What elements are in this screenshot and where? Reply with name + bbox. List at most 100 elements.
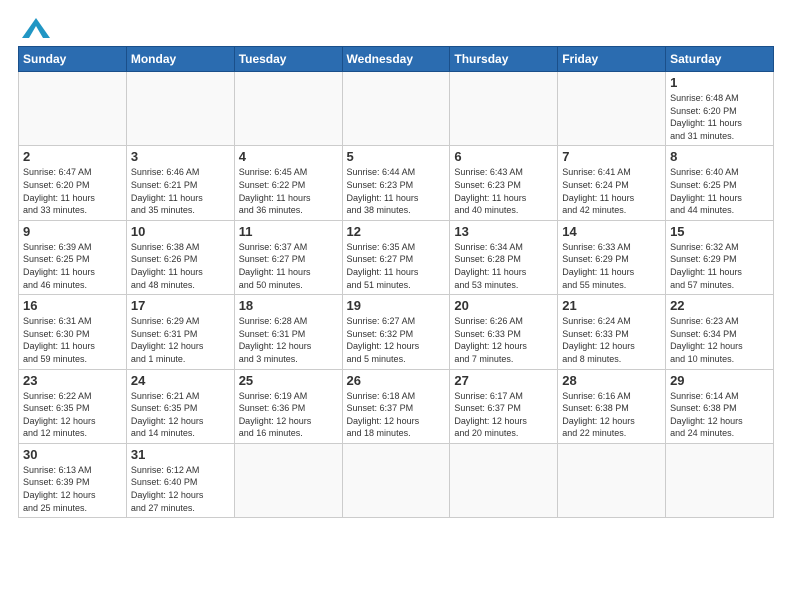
day-number: 24 bbox=[131, 373, 230, 388]
week-row-3: 9 Sunrise: 6:39 AM Sunset: 6:25 PM Daylig… bbox=[19, 220, 774, 294]
day-info: Sunrise: 6:23 AM Sunset: 6:34 PM Dayligh… bbox=[670, 315, 769, 365]
day-number: 6 bbox=[454, 149, 553, 164]
day-info: Sunrise: 6:14 AM Sunset: 6:38 PM Dayligh… bbox=[670, 390, 769, 440]
calendar-cell: 8Sunrise: 6:40 AM Sunset: 6:25 PM Daylig… bbox=[666, 146, 774, 220]
weekday-header-saturday: Saturday bbox=[666, 47, 774, 72]
day-info: Sunrise: 6:48 AM Sunset: 6:20 PM Dayligh… bbox=[670, 92, 769, 142]
calendar-cell: 18 Sunrise: 6:28 AM Sunset: 6:31 PM Dayli… bbox=[234, 295, 342, 369]
calendar-cell: 4 Sunrise: 6:45 AM Sunset: 6:22 PM Daylig… bbox=[234, 146, 342, 220]
day-number: 29 bbox=[670, 373, 769, 388]
day-info: Sunrise: 6:17 AM Sunset: 6:37 PM Dayligh… bbox=[454, 390, 553, 440]
day-number: 21 bbox=[562, 298, 661, 313]
day-info: Sunrise: 6:47 AM Sunset: 6:20 PM Dayligh… bbox=[23, 166, 122, 216]
day-number: 23 bbox=[23, 373, 122, 388]
day-info: Sunrise: 6:26 AM Sunset: 6:33 PM Dayligh… bbox=[454, 315, 553, 365]
day-number: 14 bbox=[562, 224, 661, 239]
calendar-cell bbox=[234, 443, 342, 517]
calendar-cell: 5 Sunrise: 6:44 AM Sunset: 6:23 PM Daylig… bbox=[342, 146, 450, 220]
calendar-cell: 19Sunrise: 6:27 AM Sunset: 6:32 PM Dayli… bbox=[342, 295, 450, 369]
day-number: 17 bbox=[131, 298, 230, 313]
calendar-cell bbox=[342, 443, 450, 517]
calendar-cell bbox=[558, 443, 666, 517]
calendar-cell: 6 Sunrise: 6:43 AM Sunset: 6:23 PM Daylig… bbox=[450, 146, 558, 220]
weekday-header-wednesday: Wednesday bbox=[342, 47, 450, 72]
day-number: 10 bbox=[131, 224, 230, 239]
day-number: 27 bbox=[454, 373, 553, 388]
logo-icon bbox=[22, 18, 50, 38]
day-info: Sunrise: 6:34 AM Sunset: 6:28 PM Dayligh… bbox=[454, 241, 553, 291]
weekday-header-tuesday: Tuesday bbox=[234, 47, 342, 72]
day-info: Sunrise: 6:35 AM Sunset: 6:27 PM Dayligh… bbox=[347, 241, 446, 291]
day-info: Sunrise: 6:32 AM Sunset: 6:29 PM Dayligh… bbox=[670, 241, 769, 291]
calendar-cell bbox=[558, 72, 666, 146]
day-number: 9 bbox=[23, 224, 122, 239]
day-number: 18 bbox=[239, 298, 338, 313]
day-number: 25 bbox=[239, 373, 338, 388]
day-info: Sunrise: 6:12 AM Sunset: 6:40 PM Dayligh… bbox=[131, 464, 230, 514]
calendar-cell: 9 Sunrise: 6:39 AM Sunset: 6:25 PM Daylig… bbox=[19, 220, 127, 294]
day-number: 7 bbox=[562, 149, 661, 164]
day-info: Sunrise: 6:39 AM Sunset: 6:25 PM Dayligh… bbox=[23, 241, 122, 291]
day-info: Sunrise: 6:38 AM Sunset: 6:26 PM Dayligh… bbox=[131, 241, 230, 291]
calendar-cell bbox=[342, 72, 450, 146]
calendar-cell: 25 Sunrise: 6:19 AM Sunset: 6:36 PM Dayli… bbox=[234, 369, 342, 443]
calendar-cell: 2 Sunrise: 6:47 AM Sunset: 6:20 PM Daylig… bbox=[19, 146, 127, 220]
calendar-cell: 15 Sunrise: 6:32 AM Sunset: 6:29 PM Dayli… bbox=[666, 220, 774, 294]
day-number: 3 bbox=[131, 149, 230, 164]
calendar: SundayMondayTuesdayWednesdayThursdayFrid… bbox=[18, 46, 774, 518]
day-info: Sunrise: 6:45 AM Sunset: 6:22 PM Dayligh… bbox=[239, 166, 338, 216]
day-number: 2 bbox=[23, 149, 122, 164]
day-number: 1 bbox=[670, 75, 769, 90]
day-info: Sunrise: 6:44 AM Sunset: 6:23 PM Dayligh… bbox=[347, 166, 446, 216]
day-info: Sunrise: 6:28 AM Sunset: 6:31 PM Dayligh… bbox=[239, 315, 338, 365]
calendar-cell bbox=[450, 72, 558, 146]
calendar-cell: 24 Sunrise: 6:21 AM Sunset: 6:35 PM Dayli… bbox=[126, 369, 234, 443]
day-number: 12 bbox=[347, 224, 446, 239]
weekday-header-friday: Friday bbox=[558, 47, 666, 72]
calendar-cell: 26 Sunrise: 6:18 AM Sunset: 6:37 PM Dayli… bbox=[342, 369, 450, 443]
day-number: 26 bbox=[347, 373, 446, 388]
calendar-cell: 11 Sunrise: 6:37 AM Sunset: 6:27 PM Dayli… bbox=[234, 220, 342, 294]
calendar-cell: 27 Sunrise: 6:17 AM Sunset: 6:37 PM Dayli… bbox=[450, 369, 558, 443]
logo bbox=[18, 18, 50, 38]
calendar-cell bbox=[666, 443, 774, 517]
day-number: 8 bbox=[670, 149, 769, 164]
day-number: 5 bbox=[347, 149, 446, 164]
day-info: Sunrise: 6:43 AM Sunset: 6:23 PM Dayligh… bbox=[454, 166, 553, 216]
day-info: Sunrise: 6:18 AM Sunset: 6:37 PM Dayligh… bbox=[347, 390, 446, 440]
calendar-cell: 29 Sunrise: 6:14 AM Sunset: 6:38 PM Dayli… bbox=[666, 369, 774, 443]
day-info: Sunrise: 6:22 AM Sunset: 6:35 PM Dayligh… bbox=[23, 390, 122, 440]
calendar-cell: 20Sunrise: 6:26 AM Sunset: 6:33 PM Dayli… bbox=[450, 295, 558, 369]
weekday-header-thursday: Thursday bbox=[450, 47, 558, 72]
weekday-header-monday: Monday bbox=[126, 47, 234, 72]
week-row-5: 23 Sunrise: 6:22 AM Sunset: 6:35 PM Dayli… bbox=[19, 369, 774, 443]
day-info: Sunrise: 6:21 AM Sunset: 6:35 PM Dayligh… bbox=[131, 390, 230, 440]
calendar-cell: 22Sunrise: 6:23 AM Sunset: 6:34 PM Dayli… bbox=[666, 295, 774, 369]
calendar-cell: 16Sunrise: 6:31 AM Sunset: 6:30 PM Dayli… bbox=[19, 295, 127, 369]
day-info: Sunrise: 6:24 AM Sunset: 6:33 PM Dayligh… bbox=[562, 315, 661, 365]
calendar-cell: 13 Sunrise: 6:34 AM Sunset: 6:28 PM Dayli… bbox=[450, 220, 558, 294]
calendar-cell: 21 Sunrise: 6:24 AM Sunset: 6:33 PM Dayli… bbox=[558, 295, 666, 369]
day-info: Sunrise: 6:46 AM Sunset: 6:21 PM Dayligh… bbox=[131, 166, 230, 216]
day-info: Sunrise: 6:16 AM Sunset: 6:38 PM Dayligh… bbox=[562, 390, 661, 440]
day-number: 15 bbox=[670, 224, 769, 239]
calendar-cell bbox=[126, 72, 234, 146]
day-info: Sunrise: 6:29 AM Sunset: 6:31 PM Dayligh… bbox=[131, 315, 230, 365]
week-row-1: 1 Sunrise: 6:48 AM Sunset: 6:20 PM Daylig… bbox=[19, 72, 774, 146]
day-number: 19 bbox=[347, 298, 446, 313]
day-number: 31 bbox=[131, 447, 230, 462]
day-info: Sunrise: 6:19 AM Sunset: 6:36 PM Dayligh… bbox=[239, 390, 338, 440]
day-number: 4 bbox=[239, 149, 338, 164]
calendar-cell: 23 Sunrise: 6:22 AM Sunset: 6:35 PM Dayli… bbox=[19, 369, 127, 443]
day-info: Sunrise: 6:41 AM Sunset: 6:24 PM Dayligh… bbox=[562, 166, 661, 216]
week-row-6: 30Sunrise: 6:13 AM Sunset: 6:39 PM Dayli… bbox=[19, 443, 774, 517]
calendar-cell: 30Sunrise: 6:13 AM Sunset: 6:39 PM Dayli… bbox=[19, 443, 127, 517]
day-number: 16 bbox=[23, 298, 122, 313]
day-number: 11 bbox=[239, 224, 338, 239]
weekday-header-sunday: Sunday bbox=[19, 47, 127, 72]
calendar-cell: 3 Sunrise: 6:46 AM Sunset: 6:21 PM Daylig… bbox=[126, 146, 234, 220]
day-number: 28 bbox=[562, 373, 661, 388]
day-number: 13 bbox=[454, 224, 553, 239]
day-info: Sunrise: 6:37 AM Sunset: 6:27 PM Dayligh… bbox=[239, 241, 338, 291]
calendar-cell: 31 Sunrise: 6:12 AM Sunset: 6:40 PM Dayli… bbox=[126, 443, 234, 517]
